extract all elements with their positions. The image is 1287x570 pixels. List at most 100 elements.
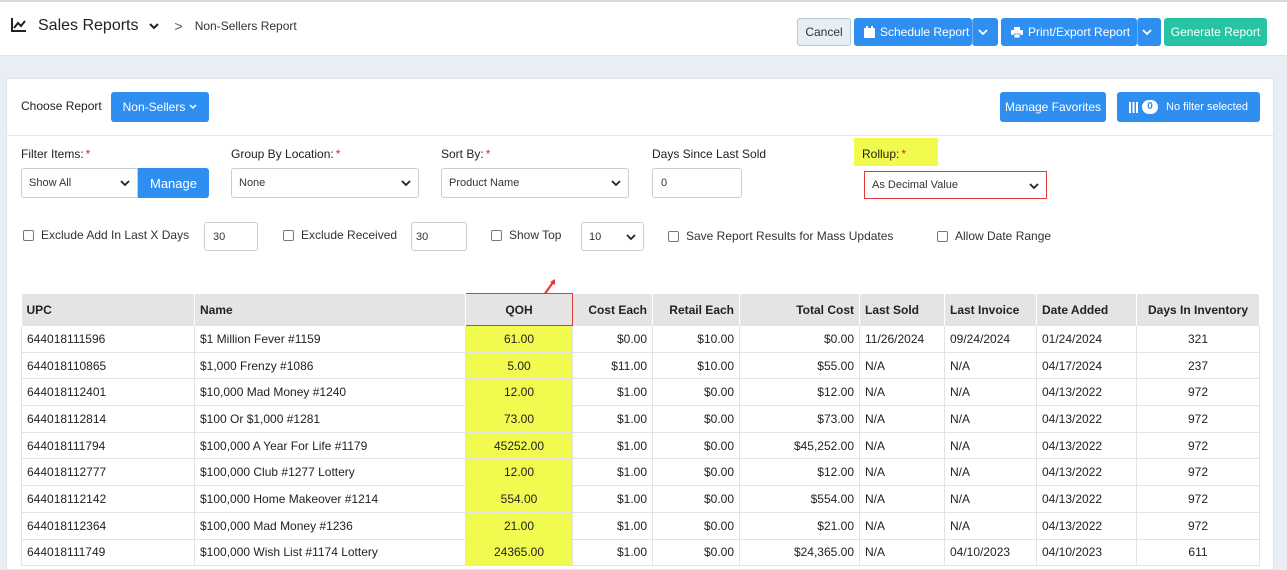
cell-days-in-inventory: 321 — [1136, 325, 1260, 353]
cell-qoh: 554.00 — [465, 485, 573, 513]
chevron-down-icon — [120, 180, 130, 187]
table-row[interactable]: 644018112777 $100,000 Club #1277 Lottery 1… — [21, 458, 1260, 487]
allow-date-range-checkbox[interactable]: Allow Date Range — [937, 229, 1051, 243]
cell-upc: 644018112364 — [21, 512, 195, 540]
checkbox-box[interactable] — [668, 230, 679, 242]
print-export-button[interactable]: Print/Export Report — [1001, 18, 1137, 46]
chevron-down-icon[interactable] — [147, 19, 161, 33]
column-header-qoh[interactable]: QOH — [465, 293, 573, 326]
group-by-label: Group By Location: * — [231, 147, 341, 161]
column-header-last-invoice[interactable]: Last Invoice — [944, 293, 1037, 326]
cell-qoh: 45252.00 — [465, 432, 573, 460]
rollup-select[interactable]: As Decimal Value — [864, 171, 1047, 199]
cell-name: $10,000 Mad Money #1240 — [194, 378, 466, 407]
calendar-icon — [864, 26, 875, 38]
column-header-last-sold[interactable]: Last Sold — [859, 293, 945, 326]
table-row[interactable]: 644018111794 $100,000 A Year For Life #11… — [21, 432, 1260, 460]
checkbox-box[interactable] — [23, 229, 34, 241]
save-results-checkbox[interactable]: Save Report Results for Mass Updates — [668, 229, 893, 243]
cell-date-added: 04/13/2022 — [1036, 405, 1137, 433]
exclude-received-input[interactable]: 30 — [411, 222, 467, 251]
cell-cost-each: $1.00 — [572, 432, 653, 460]
column-header-date-added[interactable]: Date Added — [1036, 293, 1137, 326]
cell-upc: 644018112814 — [21, 405, 195, 433]
cell-qoh: 12.00 — [465, 458, 573, 487]
cell-last-sold: N/A — [859, 352, 945, 380]
table-row[interactable]: 644018111749 $100,000 Wish List #1174 Lot… — [21, 539, 1260, 567]
cell-upc: 644018112142 — [21, 485, 195, 513]
cell-upc: 644018112777 — [21, 458, 195, 487]
show-top-checkbox[interactable]: Show Top — [491, 228, 561, 242]
column-header-retail-each[interactable]: Retail Each — [652, 293, 740, 326]
cell-upc: 644018111794 — [21, 432, 195, 460]
chevron-down-icon — [1029, 183, 1039, 190]
filter-items-select[interactable]: Show All — [21, 168, 138, 198]
cell-cost-each: $1.00 — [572, 512, 653, 540]
cell-last-sold: N/A — [859, 378, 945, 407]
exclude-received-checkbox[interactable]: Exclude Received — [283, 228, 397, 242]
filter-button[interactable]: 0 No filter selected — [1117, 92, 1260, 122]
cancel-button[interactable]: Cancel — [797, 18, 851, 46]
exclude-add-checkbox[interactable]: Exclude Add In Last X Days — [23, 228, 189, 242]
cell-cost-each: $1.00 — [572, 539, 653, 567]
column-header-total-cost[interactable]: Total Cost — [739, 293, 860, 326]
column-header-days-in-inventory[interactable]: Days In Inventory — [1136, 293, 1260, 326]
print-export-dropdown[interactable] — [1137, 18, 1161, 46]
filter-items-label: Filter Items: * — [21, 147, 91, 161]
filter-count-badge: 0 — [1142, 100, 1159, 114]
days-since-label: Days Since Last Sold — [652, 147, 767, 161]
generate-report-button[interactable]: Generate Report — [1164, 18, 1267, 46]
column-header-cost-each[interactable]: Cost Each — [572, 293, 653, 326]
cell-last-invoice: N/A — [944, 405, 1037, 433]
show-top-select[interactable]: 10 — [581, 222, 644, 251]
cell-cost-each: $0.00 — [572, 325, 653, 353]
cell-date-added: 04/13/2022 — [1036, 378, 1137, 407]
group-by-select[interactable]: None — [231, 168, 419, 198]
cell-date-added: 04/13/2022 — [1036, 512, 1137, 540]
choose-report-dropdown[interactable]: Non-Sellers — [111, 92, 209, 122]
table-row[interactable]: 644018112364 $100,000 Mad Money #1236 21.0… — [21, 512, 1260, 540]
cell-date-added: 04/10/2023 — [1036, 539, 1137, 567]
column-header-upc[interactable]: UPC — [21, 293, 195, 326]
days-since-input[interactable]: 0 — [652, 168, 742, 198]
cell-name: $100 Or $1,000 #1281 — [194, 405, 466, 433]
cell-retail-each: $0.00 — [652, 432, 740, 460]
cell-retail-each: $10.00 — [652, 325, 740, 353]
table-row[interactable]: 644018111596 $1 Million Fever #1159 61.00 $… — [21, 325, 1260, 353]
page-title[interactable]: Sales Reports — [38, 17, 139, 35]
checkbox-box[interactable] — [937, 230, 948, 242]
cell-qoh: 12.00 — [465, 378, 573, 407]
rollup-label: Rollup: * — [862, 147, 907, 161]
cell-total-cost: $554.00 — [739, 485, 860, 513]
table-row[interactable]: 644018112142 $100,000 Home Makeover #1214… — [21, 485, 1260, 513]
cell-last-invoice: N/A — [944, 378, 1037, 407]
manage-filter-button[interactable]: Manage — [138, 168, 209, 198]
top-bar: Sales Reports > Non-Sellers Report Cance… — [0, 0, 1287, 56]
cell-last-invoice: N/A — [944, 352, 1037, 380]
table-row[interactable]: 644018110865 $1,000 Frenzy #1086 5.00 $11.0… — [21, 352, 1260, 380]
manage-favorites-button[interactable]: Manage Favorites — [1000, 92, 1106, 122]
column-header-name[interactable]: Name — [194, 293, 466, 326]
exclude-add-days-input[interactable]: 30 — [204, 222, 258, 251]
cell-last-sold: N/A — [859, 485, 945, 513]
cell-cost-each: $1.00 — [572, 378, 653, 407]
cell-days-in-inventory: 972 — [1136, 405, 1260, 433]
cell-days-in-inventory: 972 — [1136, 485, 1260, 513]
cell-upc: 644018112401 — [21, 378, 195, 407]
cell-last-sold: N/A — [859, 539, 945, 567]
sort-by-select[interactable]: Product Name — [441, 168, 629, 198]
cell-total-cost: $24,365.00 — [739, 539, 860, 567]
breadcrumb: Sales Reports > Non-Sellers Report — [10, 16, 297, 36]
chevron-down-icon — [1142, 29, 1152, 36]
checkbox-box[interactable] — [283, 229, 294, 241]
cell-cost-each: $1.00 — [572, 485, 653, 513]
checkbox-box[interactable] — [491, 229, 502, 241]
cell-last-sold: N/A — [859, 405, 945, 433]
table-row[interactable]: 644018112401 $10,000 Mad Money #1240 12.00… — [21, 378, 1260, 407]
schedule-report-button[interactable]: Schedule Report — [854, 18, 972, 46]
table-row[interactable]: 644018112814 $100 Or $1,000 #1281 73.00 $1.… — [21, 405, 1260, 433]
cell-last-invoice: 09/24/2024 — [944, 325, 1037, 353]
section-divider — [7, 135, 1275, 136]
schedule-report-dropdown[interactable] — [972, 18, 998, 46]
cell-last-invoice: 04/10/2023 — [944, 539, 1037, 567]
